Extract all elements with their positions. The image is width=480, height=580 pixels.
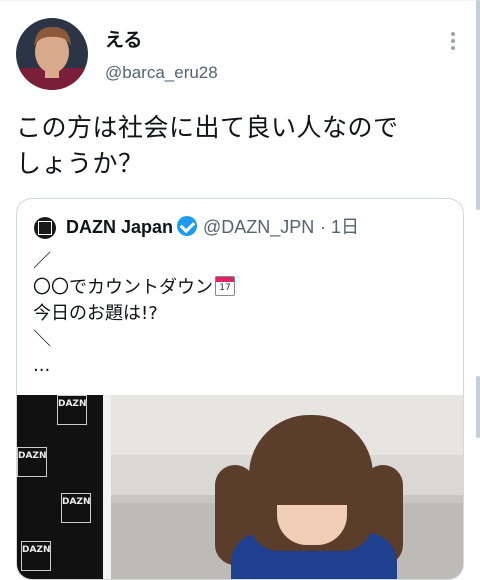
- author-block: える @barca_eru28: [105, 28, 218, 85]
- scrollbar-thumb[interactable]: [476, 0, 480, 210]
- quoted-line: ...: [33, 355, 51, 376]
- dazn-logo: DAZN: [61, 493, 91, 523]
- top-divider: [0, 0, 480, 1]
- tweet-text: この方は社会に出て良い人なので しょうか？: [16, 110, 456, 182]
- quoted-display-name[interactable]: DAZN Japan: [66, 217, 173, 237]
- quoted-header: DAZN Japan @DAZN_JPN · 1日: [66, 214, 359, 241]
- quoted-line: ／: [33, 251, 51, 272]
- quoted-line: 〇〇でカウントダウン: [33, 277, 213, 298]
- quoted-handle[interactable]: @DAZN_JPN: [203, 217, 314, 237]
- calendar-icon: 17: [215, 276, 235, 296]
- dazn-logo: DAZN: [17, 447, 47, 477]
- avatar[interactable]: [16, 18, 88, 90]
- author-display-name[interactable]: える: [105, 28, 218, 52]
- quoted-tweet-card[interactable]: DAZN Japan @DAZN_JPN · 1日 ／ 〇〇でカウントダウン 17 …: [16, 198, 464, 580]
- dazn-logo: DAZN: [21, 541, 51, 571]
- tweet-text-line: この方は社会に出て良い人なので: [16, 113, 399, 142]
- quoted-line-with-emoji: 〇〇でカウントダウン 17: [33, 275, 453, 301]
- quoted-avatar[interactable]: [34, 217, 56, 239]
- dazn-logo: DAZN: [57, 395, 87, 425]
- scrollbar[interactable]: [476, 0, 480, 557]
- video-pole: [103, 395, 111, 579]
- quoted-timestamp[interactable]: · 1日: [320, 217, 359, 237]
- quoted-line: ＼: [33, 329, 51, 350]
- quoted-text: ／ 〇〇でカウントダウン 17 今日のお題は!? ＼ ...: [33, 249, 453, 379]
- video-thumbnail[interactable]: DAZN DAZN DAZN DAZN: [17, 395, 463, 579]
- quoted-line: 今日のお題は!?: [33, 303, 158, 324]
- author-handle[interactable]: @barca_eru28: [105, 61, 218, 85]
- verified-badge-icon: [177, 216, 198, 236]
- tweet-text-line: しょうか？: [16, 149, 144, 178]
- more-vertical-icon[interactable]: [446, 30, 460, 50]
- dazn-banner: DAZN DAZN DAZN DAZN: [17, 395, 107, 579]
- scrollbar-thumb[interactable]: [476, 376, 480, 438]
- calendar-date: 17: [219, 283, 231, 293]
